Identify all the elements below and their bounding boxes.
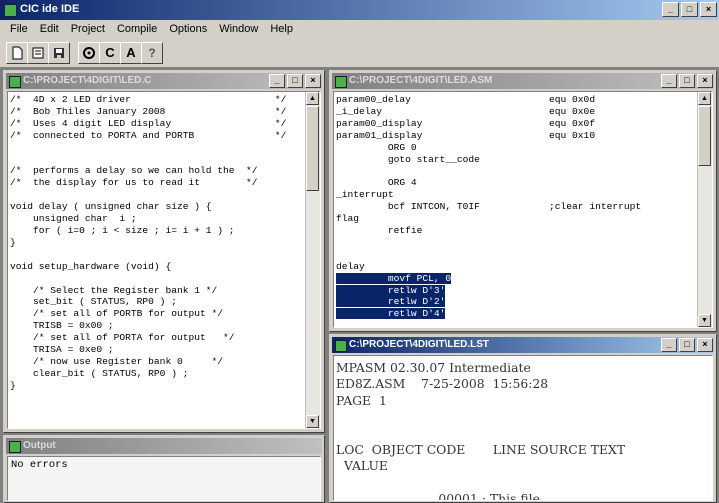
listing-text: MPASM 02.30.07 Intermediate ED8Z.ASM 7-2… [336, 360, 626, 501]
listing-close-button[interactable]: × [697, 338, 713, 352]
output-text: No errors [11, 459, 68, 471]
output-icon [9, 441, 21, 453]
asm-selected-line: movf PCL, 0 [336, 272, 452, 284]
output-window-title-bar[interactable]: Output [6, 438, 322, 454]
app-title: CIC ide IDE [20, 3, 80, 15]
asm-close-button[interactable]: × [697, 74, 713, 88]
assemble-a-icon: A [126, 45, 136, 60]
asm-code-text: param00_delay equ 0x0d _i_delay equ 0x0e… [336, 94, 642, 272]
new-file-icon [12, 46, 23, 60]
source-minimize-button[interactable]: _ [269, 74, 285, 88]
asm-selected-lines: movf PCL, 0 retlw D'3' retlw D'2' retlw … [334, 272, 712, 321]
help-icon: ? [148, 46, 156, 60]
asm-window-title-bar[interactable]: C:\PROJECT\4DIGIT\LED.ASM _ □ × [332, 73, 714, 89]
document-icon [9, 76, 21, 88]
asm-selected-line: retlw D'2' [336, 296, 446, 308]
scroll-thumb[interactable] [306, 106, 319, 191]
listing-minimize-button[interactable]: _ [661, 338, 677, 352]
listing-window-title-bar[interactable]: C:\PROJECT\4DIGIT\LED.LST _ □ × [332, 337, 714, 353]
menu-help[interactable]: Help [264, 23, 299, 35]
menu-project[interactable]: Project [65, 23, 111, 35]
output-window: Output No errors [3, 435, 325, 503]
source-close-button[interactable]: × [305, 74, 321, 88]
assemble-button[interactable]: A [120, 42, 142, 64]
document-icon [335, 340, 347, 352]
asm-maximize-button[interactable]: □ [679, 74, 695, 88]
help-button[interactable]: ? [141, 42, 163, 64]
minimize-button[interactable]: _ [662, 2, 679, 17]
source-window-title: C:\PROJECT\4DIGIT\LED.C [23, 75, 152, 86]
mdi-workspace: C:\PROJECT\4DIGIT\LED.C _ □ × /* 4D x 2 … [0, 68, 719, 503]
settings-icon [83, 47, 95, 59]
source-window-title-bar[interactable]: C:\PROJECT\4DIGIT\LED.C _ □ × [6, 73, 322, 89]
listing-window: C:\PROJECT\4DIGIT\LED.LST _ □ × MPASM 02… [329, 334, 717, 503]
scroll-thumb[interactable] [698, 106, 711, 166]
menu-bar: File Edit Project Compile Options Window… [0, 20, 719, 38]
menu-edit[interactable]: Edit [34, 23, 65, 35]
toolbar: C A ? [0, 38, 719, 68]
close-button[interactable]: × [700, 2, 717, 17]
listing-text-area[interactable]: MPASM 02.30.07 Intermediate ED8Z.ASM 7-2… [333, 355, 713, 501]
app-icon [4, 4, 17, 17]
document-icon [335, 76, 347, 88]
source-editor-window: C:\PROJECT\4DIGIT\LED.C _ □ × /* 4D x 2 … [3, 70, 325, 433]
menu-options[interactable]: Options [163, 23, 213, 35]
scroll-up-icon[interactable]: ▲ [306, 92, 319, 105]
asm-vertical-scrollbar[interactable]: ▲ ▼ [697, 92, 712, 327]
scroll-down-icon[interactable]: ▼ [698, 314, 711, 327]
asm-selected-line: retlw D'4' [336, 308, 446, 320]
asm-selected-line: retlw D'3' [336, 284, 446, 296]
output-window-title: Output [23, 440, 56, 451]
open-file-button[interactable] [27, 42, 49, 64]
app-window-controls: _ □ × [662, 2, 717, 17]
save-icon [54, 48, 64, 58]
source-code-text: /* 4D x 2 LED driver */ /* Bob Thiles Ja… [10, 94, 287, 391]
source-vertical-scrollbar[interactable]: ▲ ▼ [305, 92, 320, 428]
asm-minimize-button[interactable]: _ [661, 74, 677, 88]
new-file-button[interactable] [6, 42, 28, 64]
open-file-icon [32, 47, 44, 59]
menu-compile[interactable]: Compile [111, 23, 163, 35]
source-code-editor[interactable]: /* 4D x 2 LED driver */ /* Bob Thiles Ja… [7, 91, 321, 429]
save-button[interactable] [48, 42, 70, 64]
asm-code-editor[interactable]: param00_delay equ 0x0d _i_delay equ 0x0e… [333, 91, 713, 328]
menu-file[interactable]: File [4, 23, 34, 35]
scroll-down-icon[interactable]: ▼ [306, 415, 319, 428]
source-maximize-button[interactable]: □ [287, 74, 303, 88]
listing-window-title: C:\PROJECT\4DIGIT\LED.LST [349, 339, 490, 350]
app-title-bar: CIC ide IDE _ □ × [0, 0, 719, 20]
asm-window-title: C:\PROJECT\4DIGIT\LED.ASM [349, 75, 493, 86]
maximize-button[interactable]: □ [681, 2, 698, 17]
listing-maximize-button[interactable]: □ [679, 338, 695, 352]
compile-c-icon: C [105, 45, 115, 60]
compile-button[interactable]: C [99, 42, 121, 64]
settings-button[interactable] [78, 42, 100, 64]
asm-window: C:\PROJECT\4DIGIT\LED.ASM _ □ × param00_… [329, 70, 717, 332]
scroll-up-icon[interactable]: ▲ [698, 92, 711, 105]
output-text-area[interactable]: No errors [7, 456, 321, 501]
menu-window[interactable]: Window [213, 23, 264, 35]
